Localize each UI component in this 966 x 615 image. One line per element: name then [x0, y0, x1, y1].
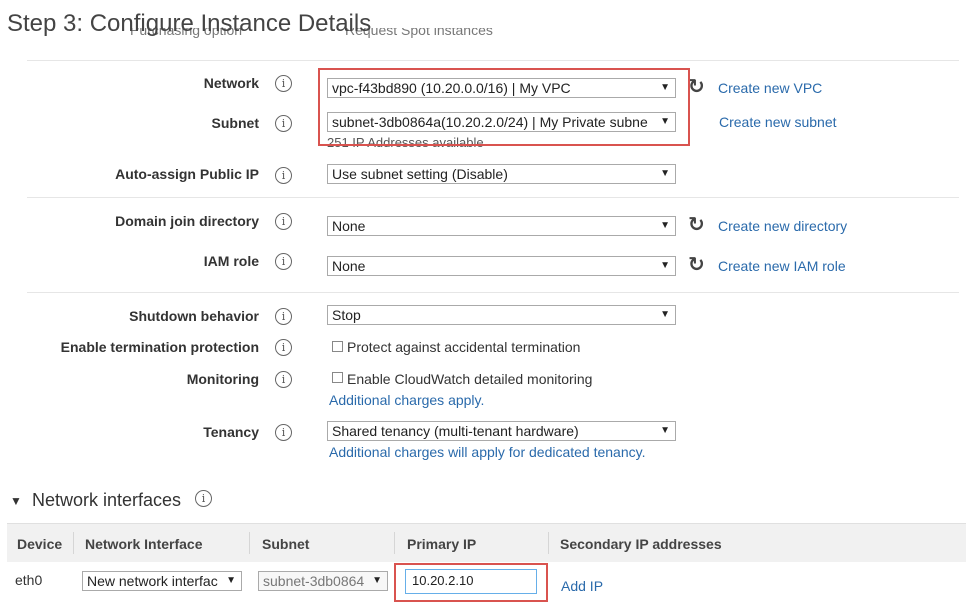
network-label: Network — [203, 75, 259, 91]
column-primary-ip: Primary IP — [407, 536, 477, 552]
chevron-down-icon: ▼ — [660, 425, 670, 436]
info-icon[interactable]: i — [195, 490, 212, 507]
chevron-down-icon: ▼ — [660, 309, 670, 320]
info-icon[interactable]: i — [275, 75, 292, 92]
domain-directory-select[interactable]: None ▼ — [327, 216, 676, 236]
chevron-down-icon: ▼ — [660, 168, 670, 179]
additional-charges-link[interactable]: Additional charges apply. — [329, 392, 484, 408]
network-interfaces-table-header: Device Network Interface Subnet Primary … — [7, 523, 966, 562]
info-icon[interactable]: i — [275, 167, 292, 184]
chevron-down-icon: ▼ — [372, 575, 382, 586]
create-new-iam-role-link[interactable]: Create new IAM role — [718, 258, 846, 274]
device-eth0: eth0 — [15, 572, 43, 588]
iam-role-label: IAM role — [203, 253, 259, 269]
tenancy-select[interactable]: Shared tenancy (multi-tenant hardware) ▼ — [327, 421, 676, 441]
public-ip-select-value: Use subnet setting (Disable) — [332, 166, 508, 182]
divider — [27, 292, 959, 293]
domain-directory-label: Domain join directory — [115, 213, 259, 229]
info-icon[interactable]: i — [275, 308, 292, 325]
caret-down-icon[interactable]: ▼ — [10, 494, 22, 508]
refresh-icon[interactable]: ↻ — [688, 77, 705, 97]
network-interface-select[interactable]: New network interfac ▼ — [82, 571, 242, 591]
shutdown-behavior-value: Stop — [332, 307, 361, 323]
create-new-vpc-link[interactable]: Create new VPC — [718, 80, 822, 96]
refresh-icon[interactable]: ↻ — [688, 215, 705, 235]
create-new-directory-link[interactable]: Create new directory — [718, 218, 847, 234]
shutdown-behavior-label: Shutdown behavior — [129, 308, 259, 324]
info-icon[interactable]: i — [275, 371, 292, 388]
page-title: Step 3: Configure Instance Details — [7, 10, 372, 37]
column-subnet: Subnet — [262, 536, 310, 552]
monitoring-label: Monitoring — [186, 371, 259, 387]
monitoring-checkbox[interactable] — [332, 372, 343, 383]
chevron-down-icon: ▼ — [226, 575, 236, 586]
info-icon[interactable]: i — [275, 213, 292, 230]
column-separator — [249, 532, 250, 554]
iam-role-select[interactable]: None ▼ — [327, 256, 676, 276]
create-new-subnet-link[interactable]: Create new subnet — [719, 114, 837, 130]
iam-role-value: None — [332, 258, 366, 274]
column-network-interface: Network Interface — [85, 536, 203, 552]
info-icon[interactable]: i — [275, 339, 292, 356]
termination-protection-checkbox-label[interactable]: Protect against accidental termination — [347, 339, 580, 355]
column-separator — [548, 532, 549, 554]
info-icon[interactable]: i — [275, 253, 292, 270]
row-subnet-value: subnet-3db0864 — [263, 573, 365, 589]
column-device: Device — [17, 536, 63, 552]
network-interfaces-title[interactable]: Network interfaces — [32, 490, 181, 511]
chevron-down-icon: ▼ — [660, 260, 670, 271]
refresh-icon[interactable]: ↻ — [688, 255, 705, 275]
dedicated-tenancy-charges-link[interactable]: Additional charges will apply for dedica… — [329, 444, 645, 460]
tenancy-value: Shared tenancy (multi-tenant hardware) — [332, 423, 579, 439]
termination-protection-label: Enable termination protection — [60, 339, 259, 355]
info-icon[interactable]: i — [275, 424, 292, 441]
column-secondary-ip: Secondary IP addresses — [560, 536, 722, 552]
domain-directory-value: None — [332, 218, 366, 234]
column-separator — [73, 532, 74, 554]
termination-protection-checkbox[interactable] — [332, 341, 343, 352]
column-separator — [394, 532, 395, 554]
row-subnet-select: subnet-3db0864 ▼ — [258, 571, 388, 591]
tenancy-label: Tenancy — [203, 424, 259, 440]
divider — [27, 197, 959, 198]
subnet-label: Subnet — [211, 115, 259, 131]
info-icon[interactable]: i — [275, 115, 292, 132]
network-subnet-highlight — [318, 68, 690, 146]
chevron-down-icon: ▼ — [660, 220, 670, 231]
primary-ip-input[interactable]: 10.20.2.10 — [405, 569, 537, 594]
monitoring-checkbox-label[interactable]: Enable CloudWatch detailed monitoring — [347, 371, 592, 387]
public-ip-label: Auto-assign Public IP — [115, 166, 259, 182]
divider — [27, 60, 959, 61]
shutdown-behavior-select[interactable]: Stop ▼ — [327, 305, 676, 325]
add-ip-link[interactable]: Add IP — [561, 578, 603, 594]
network-interface-value: New network interfac — [87, 573, 218, 589]
public-ip-select[interactable]: Use subnet setting (Disable) ▼ — [327, 164, 676, 184]
